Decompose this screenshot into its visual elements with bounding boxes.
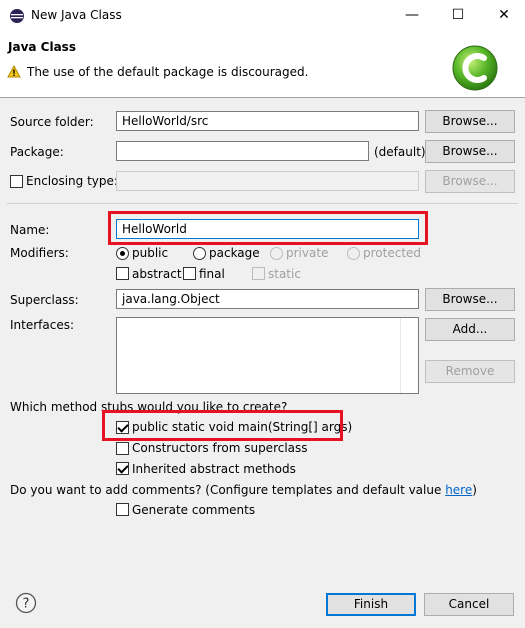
package-default-label: (default) [374,145,426,159]
interfaces-list[interactable] [116,317,419,394]
help-icon[interactable]: ? [15,592,37,614]
enclosing-type-label: Enclosing type: [26,174,118,188]
minimize-button[interactable]: — [389,0,435,31]
main-method-highlight-box [102,410,343,441]
superclass-field[interactable]: java.lang.Object [116,289,419,309]
interfaces-label: Interfaces: [10,318,75,332]
browse-superclass-button[interactable]: Browse... [425,288,515,311]
protected-radio [347,247,360,260]
package-radio[interactable] [193,247,206,260]
static-label: static [268,267,301,281]
cancel-button[interactable]: Cancel [424,593,514,616]
remove-interface-button: Remove [425,360,515,383]
constructors-label: Constructors from superclass [132,441,308,455]
add-interface-button[interactable]: Add... [425,318,515,341]
browse-source-folder-button[interactable]: Browse... [425,110,515,133]
page-title: Java Class [8,40,76,54]
package-field[interactable] [116,141,369,161]
close-button[interactable]: ✕ [481,0,525,31]
name-label: Name: [10,223,50,237]
configure-templates-link[interactable]: here [445,483,472,497]
source-folder-field[interactable]: HelloWorld/src [116,111,419,131]
warning-icon [7,65,21,78]
private-label: private [286,246,329,260]
help-icon-glyph: ? [23,597,30,612]
abstract-label: abstract [132,267,182,281]
final-checkbox[interactable] [183,267,196,280]
browse-enclosing-type-button: Browse... [425,170,515,193]
static-checkbox [252,267,265,280]
interfaces-scrollbar[interactable] [400,318,418,393]
protected-label: protected [363,246,422,260]
name-highlight-box [108,211,428,245]
public-radio[interactable] [116,247,129,260]
generate-comments-label: Generate comments [132,503,256,517]
header-message: The use of the default package is discou… [27,65,309,79]
comments-question-text: Do you want to add comments? (Configure … [10,483,446,497]
constructors-checkbox[interactable] [116,442,129,455]
eclipse-icon [10,9,24,23]
inherited-methods-checkbox[interactable] [116,462,129,475]
abstract-checkbox[interactable] [116,267,129,280]
finish-button[interactable]: Finish [326,593,416,616]
browse-package-button[interactable]: Browse... [425,140,515,163]
comments-question-close: ) [472,483,477,497]
public-label: public [132,246,169,260]
final-label: final [199,267,225,281]
enclosing-type-field [116,171,419,191]
private-radio [270,247,283,260]
separator [7,203,518,204]
package-label: Package: [10,145,64,159]
java-class-banner-icon [452,45,498,91]
inherited-methods-label: Inherited abstract methods [132,462,296,476]
maximize-button[interactable]: ☐ [435,0,481,31]
superclass-label: Superclass: [10,293,79,307]
enclosing-type-checkbox[interactable] [10,175,23,188]
comments-question: Do you want to add comments? (Configure … [10,483,477,497]
generate-comments-checkbox[interactable] [116,503,129,516]
window-title: New Java Class [31,8,122,22]
source-folder-label: Source folder: [10,115,94,129]
package-modifier-label: package [209,246,260,260]
modifiers-label: Modifiers: [10,246,69,260]
